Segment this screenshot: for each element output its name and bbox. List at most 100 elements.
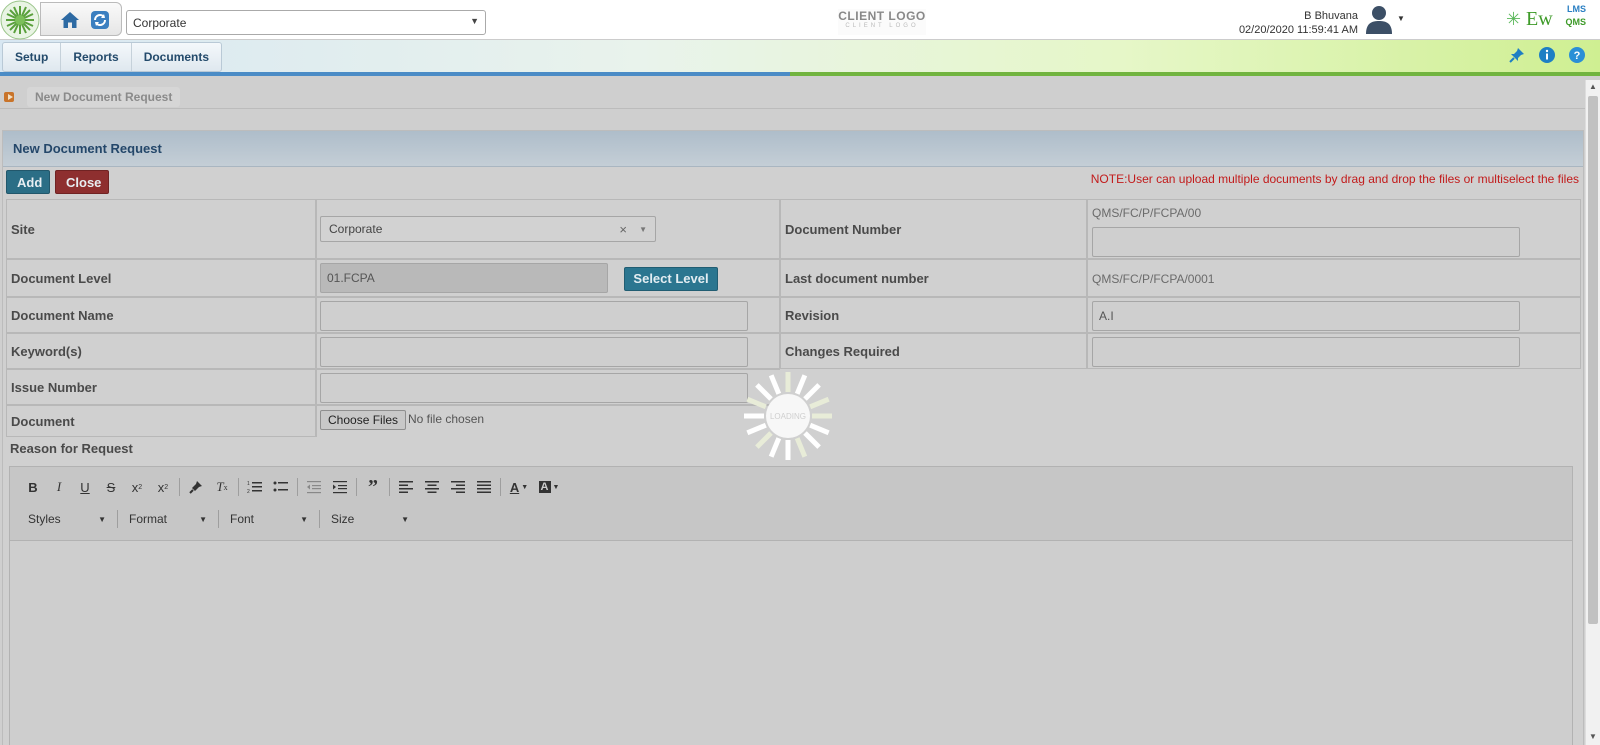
document-cell: Choose Files No file chosen xyxy=(316,405,780,437)
pin-icon[interactable] xyxy=(1508,46,1526,64)
outdent-icon[interactable] xyxy=(301,475,327,499)
indent-icon[interactable] xyxy=(327,475,353,499)
nav-item-reports[interactable]: Reports xyxy=(61,43,132,71)
blockquote-icon[interactable]: ” xyxy=(360,475,386,499)
font-dropdown[interactable]: Font ▼ xyxy=(222,507,316,531)
underline-icon[interactable]: U xyxy=(72,475,98,499)
changes-required-cell xyxy=(1087,333,1581,369)
loading-text: LOADING xyxy=(770,412,806,421)
background-color-icon[interactable]: A ▼ xyxy=(534,475,564,499)
close-button[interactable]: Close xyxy=(55,170,109,194)
spinner-spoke xyxy=(755,431,773,449)
refresh-icon[interactable] xyxy=(89,9,111,31)
styles-dropdown-label: Styles xyxy=(28,512,61,526)
font-dropdown-label: Font xyxy=(230,512,255,526)
styles-dropdown[interactable]: Styles ▼ xyxy=(20,507,114,531)
nav-item-documents[interactable]: Documents xyxy=(132,43,221,71)
numbered-list-icon[interactable]: 12 xyxy=(242,475,268,499)
editor-toolbar: B I U S x2 x2 Tx 12 ” A ▼ A ▼ Styles ▼ F… xyxy=(10,467,1572,541)
user-name: B Bhuvana xyxy=(1304,10,1358,22)
subscript-icon[interactable]: x2 xyxy=(124,475,150,499)
spinner-spoke xyxy=(794,374,808,395)
document-number-prefix: QMS/FC/P/FCPA/00 xyxy=(1092,206,1202,220)
last-document-number-label: Last document number xyxy=(780,259,1087,297)
clear-icon[interactable]: × xyxy=(619,222,627,237)
document-number-input[interactable] xyxy=(1092,227,1520,257)
strikethrough-icon[interactable]: S xyxy=(98,475,124,499)
format-dropdown[interactable]: Format ▼ xyxy=(121,507,215,531)
size-dropdown-label: Size xyxy=(331,512,355,526)
document-label: Document xyxy=(6,405,316,437)
document-name-input[interactable] xyxy=(320,301,748,331)
brand-lms-text: LMS xyxy=(1567,4,1586,14)
panel-title: New Document Request xyxy=(3,131,1583,167)
scroll-up-icon[interactable]: ▲ xyxy=(1589,82,1597,91)
nav-item-setup[interactable]: Setup xyxy=(3,43,62,71)
superscript-icon[interactable]: x2 xyxy=(150,475,176,499)
svg-text:?: ? xyxy=(1574,50,1581,62)
revision-cell: A.I xyxy=(1087,297,1581,333)
app-header: Corporate ▼ CLIENT LOGO CLIENT LOGO B Bh… xyxy=(0,0,1600,40)
user-menu-caret-icon[interactable]: ▼ xyxy=(1397,14,1405,23)
svg-text:1: 1 xyxy=(247,481,250,487)
breadcrumb-home-icon[interactable] xyxy=(3,90,17,104)
format-dropdown-label: Format xyxy=(129,512,168,526)
site-select[interactable]: Corporate × ▼ xyxy=(320,216,656,242)
chevron-down-icon: ▼ xyxy=(199,514,207,524)
app-logo-icon[interactable] xyxy=(0,0,40,40)
bulleted-list-icon[interactable] xyxy=(268,475,294,499)
remove-format-icon[interactable]: Tx xyxy=(209,475,235,499)
justify-icon[interactable] xyxy=(471,475,497,499)
copy-formatting-icon[interactable] xyxy=(183,475,209,499)
keywords-input[interactable] xyxy=(320,337,748,367)
svg-text:2: 2 xyxy=(247,489,250,494)
text-color-icon[interactable]: A ▼ xyxy=(504,475,534,499)
align-center-icon[interactable] xyxy=(419,475,445,499)
help-icon[interactable]: ? xyxy=(1568,46,1586,64)
spinner-spoke xyxy=(768,374,782,395)
last-document-number-cell: QMS/FC/P/FCPA/0001 xyxy=(1087,259,1581,297)
editor-body[interactable] xyxy=(10,541,1572,745)
current-datetime: 02/20/2020 11:59:41 AM xyxy=(1238,24,1358,36)
site-switcher-select[interactable]: Corporate ▼ xyxy=(126,10,486,35)
toolbar-separator xyxy=(500,478,501,496)
nav-icons: ? xyxy=(1508,46,1586,64)
breadcrumb: New Document Request xyxy=(0,86,181,108)
keywords-label: Keyword(s) xyxy=(6,333,316,369)
keywords-cell xyxy=(316,333,780,369)
scrollbar-thumb[interactable] xyxy=(1588,96,1598,624)
toolbar-separator xyxy=(238,478,239,496)
issue-number-label: Issue Number xyxy=(6,369,316,405)
chevron-down-icon: ▼ xyxy=(470,16,479,26)
revision-input[interactable]: A.I xyxy=(1092,301,1520,331)
page-scrollbar[interactable]: ▲ ▼ xyxy=(1585,80,1600,745)
select-level-button[interactable]: Select Level xyxy=(624,267,718,291)
add-button[interactable]: Add xyxy=(6,170,50,194)
choose-files-button[interactable]: Choose Files xyxy=(320,410,407,430)
size-dropdown[interactable]: Size ▼ xyxy=(323,507,417,531)
toolbar-separator xyxy=(389,478,390,496)
nav-menu: Setup Reports Documents xyxy=(2,42,223,72)
breadcrumb-divider xyxy=(0,108,1585,109)
info-icon[interactable] xyxy=(1538,46,1556,64)
scroll-down-icon[interactable]: ▼ xyxy=(1589,732,1597,741)
italic-icon[interactable]: I xyxy=(46,475,72,499)
issue-number-input[interactable] xyxy=(320,373,748,403)
user-avatar-icon[interactable] xyxy=(1364,3,1394,35)
breadcrumb-current: New Document Request xyxy=(27,87,181,107)
brand-qms-text: QMS xyxy=(1565,17,1586,27)
document-number-cell: QMS/FC/P/FCPA/00 xyxy=(1087,199,1581,259)
client-logo: CLIENT LOGO CLIENT LOGO xyxy=(838,9,926,35)
client-logo-text: CLIENT LOGO xyxy=(838,9,926,23)
site-label: Site xyxy=(6,199,316,259)
align-left-icon[interactable] xyxy=(393,475,419,499)
chevron-down-icon: ▼ xyxy=(401,514,409,524)
toolbar-separator xyxy=(319,510,320,528)
changes-required-input[interactable] xyxy=(1092,337,1520,367)
chevron-down-icon[interactable]: ▼ xyxy=(639,225,647,234)
document-name-cell xyxy=(316,297,780,333)
home-icon[interactable] xyxy=(59,9,81,31)
align-right-icon[interactable] xyxy=(445,475,471,499)
bold-icon[interactable]: B xyxy=(20,475,46,499)
spinner-spoke xyxy=(746,396,767,410)
